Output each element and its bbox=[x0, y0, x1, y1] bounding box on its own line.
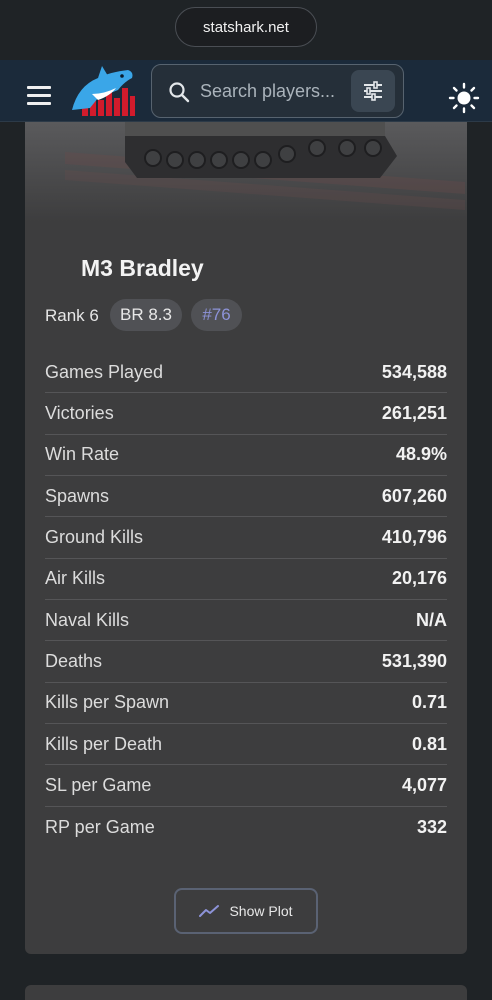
stat-label: Win Rate bbox=[45, 444, 120, 465]
stat-row-kills-per-death: Kills per Death 0.81 bbox=[45, 724, 447, 766]
stat-label: Games Played bbox=[45, 361, 164, 382]
stat-label: Ground Kills bbox=[45, 527, 144, 548]
stat-label: Deaths bbox=[45, 651, 103, 672]
stat-row-sl-per-game: SL per Game 4,077 bbox=[45, 765, 447, 807]
stat-row-air-kills: Air Kills 20,176 bbox=[45, 559, 447, 601]
stat-value: 534,588 bbox=[381, 361, 447, 382]
stat-row-victories: Victories 261,251 bbox=[45, 393, 447, 435]
stat-value: 4,077 bbox=[401, 775, 447, 796]
stat-row-rp-per-game: RP per Game 332 bbox=[45, 807, 447, 848]
stat-value: N/A bbox=[416, 609, 447, 630]
stat-row-deaths: Deaths 531,390 bbox=[45, 641, 447, 683]
stat-label: Spawns bbox=[45, 485, 110, 506]
statshark-logo[interactable] bbox=[68, 64, 138, 120]
filter-button[interactable] bbox=[351, 70, 395, 112]
stat-label: Kills per Spawn bbox=[45, 692, 170, 713]
show-plot-button[interactable]: Show Plot bbox=[174, 888, 318, 934]
hamburger-menu-icon[interactable] bbox=[27, 86, 53, 106]
search-input[interactable] bbox=[200, 74, 348, 108]
url-text: statshark.net bbox=[203, 18, 289, 36]
stat-label: Victories bbox=[45, 403, 114, 424]
stat-row-naval-kills: Naval Kills N/A bbox=[45, 600, 447, 642]
stat-label: RP per Game bbox=[45, 816, 155, 837]
url-pill[interactable]: statshark.net bbox=[175, 7, 317, 47]
stat-label: Naval Kills bbox=[45, 609, 130, 630]
br-badge: BR 8.3 bbox=[110, 299, 182, 331]
stat-label: Air Kills bbox=[45, 568, 106, 589]
stat-value: 332 bbox=[416, 816, 447, 837]
vehicle-image bbox=[25, 122, 467, 222]
stat-label: SL per Game bbox=[45, 775, 152, 796]
stat-row-games-played: Games Played 534,588 bbox=[45, 352, 447, 394]
stat-row-kills-per-spawn: Kills per Spawn 0.71 bbox=[45, 683, 447, 725]
search-icon bbox=[167, 80, 191, 104]
stat-value: 261,251 bbox=[381, 403, 447, 424]
theme-toggle-button[interactable] bbox=[448, 82, 480, 114]
show-plot-label: Show Plot bbox=[229, 903, 293, 919]
stat-value: 410,796 bbox=[381, 527, 447, 548]
stats-table: Games Played 534,588 Victories 261,251 W… bbox=[45, 352, 447, 848]
stat-row-ground-kills: Ground Kills 410,796 bbox=[45, 517, 447, 559]
stat-value: 0.81 bbox=[411, 733, 447, 754]
stat-value: 531,390 bbox=[381, 651, 447, 672]
stat-value: 607,260 bbox=[381, 485, 447, 506]
next-vehicle-card bbox=[25, 985, 467, 1000]
vehicle-name: M3 Bradley bbox=[81, 255, 204, 281]
stat-value: 48.9% bbox=[395, 444, 447, 465]
stat-row-spawns: Spawns 607,260 bbox=[45, 476, 447, 518]
stat-value: 20,176 bbox=[391, 568, 447, 589]
stat-label: Kills per Death bbox=[45, 733, 163, 754]
browser-url-bar: statshark.net bbox=[0, 0, 492, 60]
vehicle-rank: Rank 6 bbox=[45, 306, 99, 325]
filter-sliders-icon bbox=[364, 81, 382, 101]
stat-value: 0.71 bbox=[411, 692, 447, 713]
position-badge[interactable]: #76 bbox=[191, 299, 242, 331]
trend-line-icon bbox=[199, 905, 220, 917]
stat-row-win-rate: Win Rate 48.9% bbox=[45, 435, 447, 477]
sun-icon bbox=[448, 82, 480, 114]
vehicle-card: M3 Bradley Rank 6 BR 8.3 #76 Games Playe… bbox=[25, 122, 467, 954]
